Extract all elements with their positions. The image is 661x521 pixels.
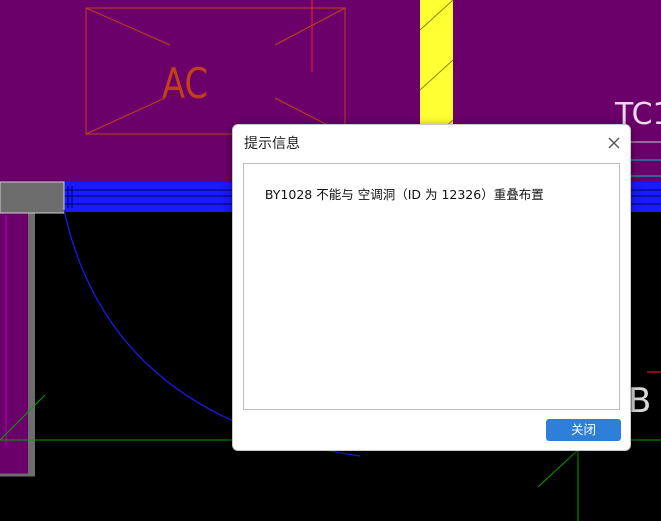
gray-block — [0, 181, 65, 214]
tag-b: B — [628, 381, 651, 421]
message-text: BY1028 不能与 空调洞（ID 为 12326）重叠布置 — [264, 187, 544, 202]
axis-line-green-diag-right — [537, 449, 579, 488]
close-button[interactable]: 关闭 — [546, 419, 621, 441]
close-icon[interactable] — [606, 135, 622, 151]
info-dialog: 提示信息 BY1028 不能与 空调洞（ID 为 12326）重叠布置 关闭 — [232, 124, 631, 451]
dialog-title: 提示信息 — [244, 136, 300, 152]
room-label-ac: AC — [162, 59, 208, 108]
message-textbox[interactable]: BY1028 不能与 空调洞（ID 为 12326）重叠布置 — [243, 163, 620, 410]
wall-left-edge — [28, 210, 35, 475]
